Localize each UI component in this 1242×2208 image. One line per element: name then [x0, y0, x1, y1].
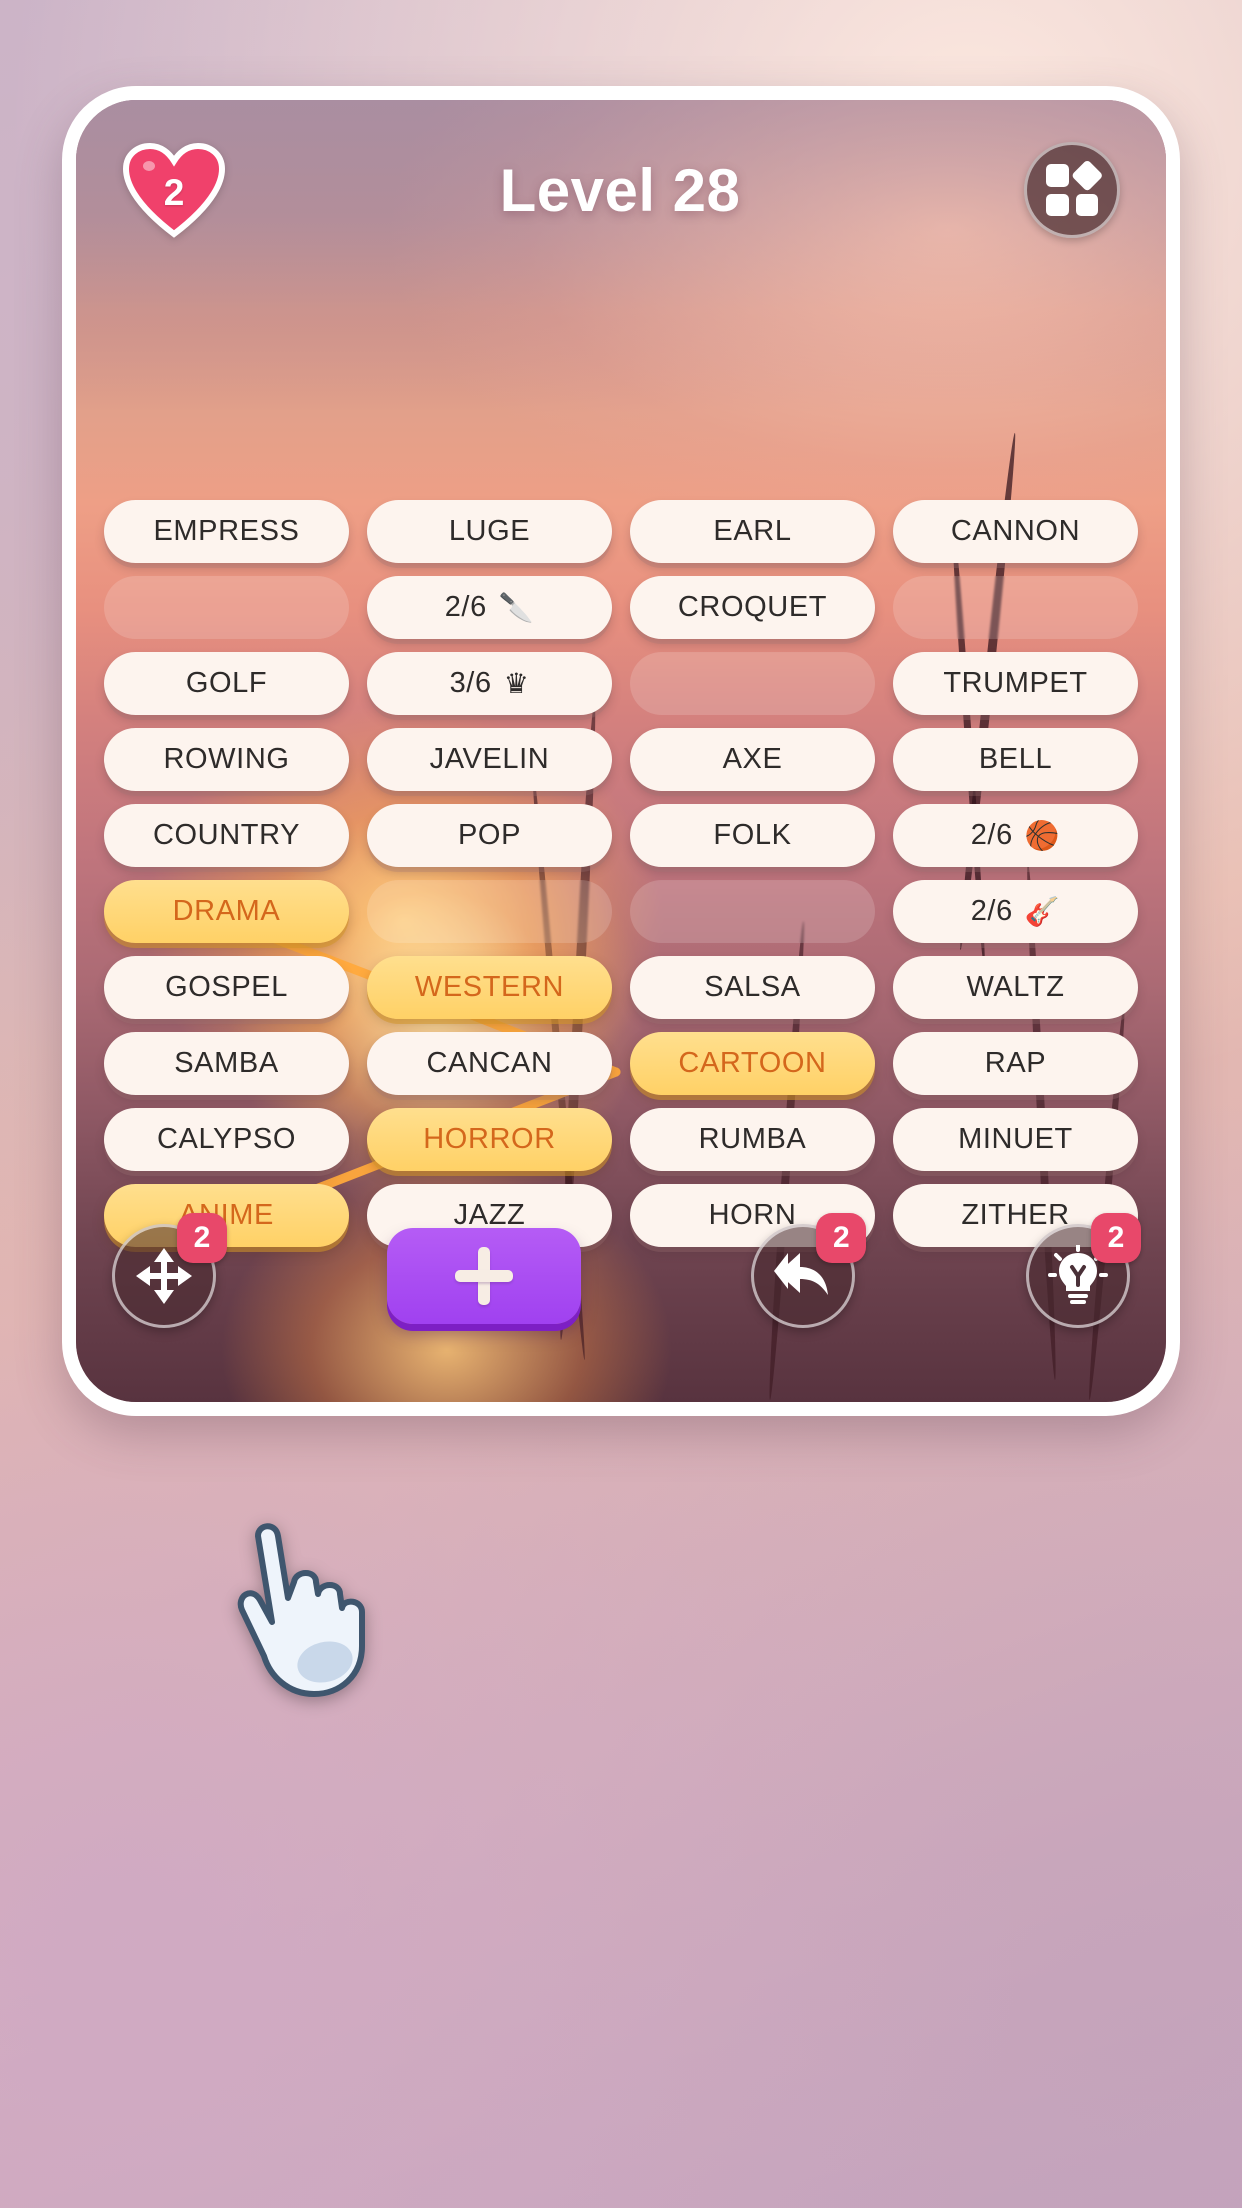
tile-label: CROQUET	[677, 591, 828, 623]
word-slot-empty	[630, 652, 875, 715]
word-tile[interactable]: CARTOON	[630, 1032, 875, 1095]
tile-label: DRAMA	[172, 895, 281, 927]
menu-square-3	[1075, 193, 1098, 216]
tile-label: RAP	[984, 1047, 1047, 1079]
word-tile[interactable]: JAVELIN	[367, 728, 612, 791]
tile-label: CANNON	[950, 515, 1081, 547]
word-tile[interactable]: AXE	[630, 728, 875, 791]
category-counter-tile[interactable]: 2/6 🔪	[367, 576, 612, 639]
tile-label: SALSA	[704, 971, 801, 1003]
tile-label: MINUET	[958, 1123, 1073, 1155]
shuffle-badge: 2	[177, 1213, 227, 1263]
word-tile[interactable]: LUGE	[367, 500, 612, 563]
bottom-toolbar: 2 2 2	[76, 1196, 1166, 1356]
tile-label: CARTOON	[678, 1047, 827, 1079]
header-bar: 2 Level 28	[76, 100, 1166, 280]
plus-icon	[454, 1247, 513, 1305]
word-slot-empty	[630, 880, 875, 943]
word-tile[interactable]: WESTERN	[367, 956, 612, 1019]
word-tile[interactable]: COUNTRY	[104, 804, 349, 867]
add-button[interactable]	[386, 1228, 581, 1324]
undo-button[interactable]: 2	[751, 1213, 867, 1328]
menu-square-1	[1046, 164, 1069, 187]
category-counter-tile[interactable]: 2/6 🎸	[893, 880, 1138, 943]
word-tile[interactable]: GOSPEL	[104, 956, 349, 1019]
tile-label: LUGE	[448, 515, 531, 547]
lives-count: 2	[163, 172, 185, 213]
word-tile[interactable]: FOLK	[630, 804, 875, 867]
word-tile[interactable]: GOLF	[104, 652, 349, 715]
tile-label: TRUMPET	[943, 667, 1088, 699]
word-tile[interactable]: RAP	[893, 1032, 1138, 1095]
tile-label: 2/6	[970, 895, 1013, 927]
tile-label: RUMBA	[698, 1123, 807, 1155]
menu-button[interactable]	[1024, 142, 1120, 238]
phone-frame: 2 Level 28 EMPRESS LUGE EARL CANNON 2/6 …	[62, 86, 1180, 1416]
word-tile[interactable]: SAMBA	[104, 1032, 349, 1095]
tile-label: CALYPSO	[156, 1123, 297, 1155]
category-counter-tile[interactable]: 2/6 🏀	[893, 804, 1138, 867]
undo-badge: 2	[816, 1213, 867, 1263]
tile-label: WALTZ	[966, 971, 1065, 1003]
word-tile[interactable]: CANNON	[893, 500, 1138, 563]
guitar-icon: 🎸	[1024, 895, 1061, 927]
category-counter-tile[interactable]: 3/6 ♛	[367, 652, 612, 715]
tile-label: EARL	[713, 515, 792, 547]
lives-indicator[interactable]: 2	[122, 142, 226, 238]
crown-icon: ♛	[503, 667, 530, 699]
word-grid: EMPRESS LUGE EARL CANNON 2/6 🔪 CROQUET GOLF 3/6 ♛…	[76, 500, 1166, 1247]
grid-menu-icon	[1046, 159, 1103, 216]
tile-label: WESTERN	[414, 971, 565, 1003]
page-title: Level 28	[499, 156, 741, 224]
tile-label: GOLF	[185, 667, 268, 699]
word-tile[interactable]: SALSA	[630, 956, 875, 1019]
basketball-icon: 🏀	[1024, 819, 1061, 851]
tile-label: EMPRESS	[153, 515, 300, 547]
word-tile[interactable]: CROQUET	[630, 576, 875, 639]
tile-label: GOSPEL	[165, 971, 288, 1003]
word-tile[interactable]: TRUMPET	[893, 652, 1138, 715]
word-tile[interactable]: CALYPSO	[104, 1108, 349, 1171]
tile-label: HORROR	[423, 1123, 556, 1155]
word-tile[interactable]: BELL	[893, 728, 1138, 791]
tile-label: SAMBA	[174, 1047, 279, 1079]
tile-label: 3/6	[449, 667, 492, 699]
knife-icon: 🔪	[498, 591, 535, 623]
word-tile[interactable]: HORROR	[367, 1108, 612, 1171]
hint-badge: 2	[1090, 1213, 1141, 1263]
game-screen: 2 Level 28 EMPRESS LUGE EARL CANNON 2/6 …	[62, 86, 1180, 1416]
shuffle-button[interactable]: 2	[112, 1213, 227, 1328]
word-tile[interactable]: EARL	[630, 500, 875, 563]
word-tile[interactable]: EMPRESS	[104, 500, 349, 563]
word-tile[interactable]: MINUET	[893, 1108, 1138, 1171]
word-slot-empty	[893, 576, 1138, 639]
word-tile[interactable]: WALTZ	[893, 956, 1138, 1019]
tile-label: COUNTRY	[152, 819, 301, 851]
tile-label: 2/6	[444, 591, 487, 623]
word-tile[interactable]: DRAMA	[104, 880, 349, 943]
tile-label: CANCAN	[426, 1047, 553, 1079]
hint-button[interactable]: 2	[1025, 1213, 1141, 1328]
word-tile[interactable]: POP	[367, 804, 612, 867]
tile-label: POP	[457, 819, 522, 851]
tile-label: JAVELIN	[429, 743, 550, 775]
tile-label: ROWING	[163, 743, 290, 775]
word-tile[interactable]: CANCAN	[367, 1032, 612, 1095]
tile-label: FOLK	[713, 819, 792, 851]
word-tile[interactable]: RUMBA	[630, 1108, 875, 1171]
tile-label: AXE	[722, 743, 783, 775]
menu-square-2	[1046, 193, 1069, 216]
menu-diamond	[1070, 159, 1103, 192]
word-slot-empty	[367, 880, 612, 943]
word-tile[interactable]: ROWING	[104, 728, 349, 791]
word-slot-empty	[104, 576, 349, 639]
pointing-hand-cursor	[237, 1523, 365, 1697]
tile-label: BELL	[978, 743, 1053, 775]
tile-label: 2/6	[970, 819, 1013, 851]
